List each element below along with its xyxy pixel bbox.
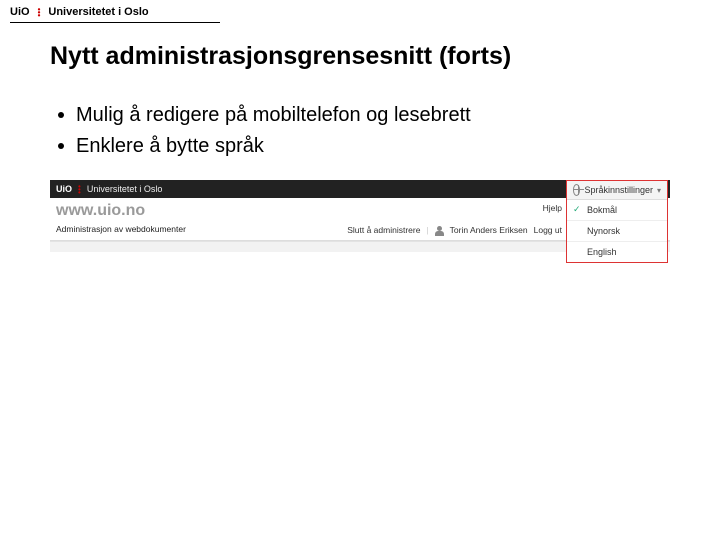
bullet-item: Enklere å bytte språk	[58, 131, 471, 162]
slide-title: Nytt administrasjonsgrensesnitt (forts)	[50, 42, 511, 71]
bullet-item: Mulig å redigere på mobiltelefon og lese…	[58, 100, 471, 131]
logo-colons: •••	[38, 8, 41, 17]
logout-link[interactable]: Logg ut	[534, 225, 562, 235]
language-option-label: English	[587, 247, 617, 257]
language-option-label: Bokmål	[587, 205, 617, 215]
embedded-screenshot: UiO ••• Universitetet i Oslo www.uio.no …	[50, 180, 670, 252]
slide-logo: UiO ••• Universitetet i Oslo	[10, 6, 149, 18]
user-name: Torin Anders Eriksen	[450, 225, 528, 235]
bullet-dot-icon	[58, 112, 64, 118]
language-dropdown-label: Språkinnstillinger	[584, 185, 653, 195]
chevron-down-icon: ▾	[657, 186, 661, 195]
language-dropdown-header[interactable]: Språkinnstillinger ▾	[567, 181, 667, 200]
shot-toolbar: Hjelp Slutt å administrere | Torin Ander…	[347, 198, 562, 240]
person-icon	[435, 226, 444, 235]
shot-body: www.uio.no Administrasjon av webdokument…	[50, 198, 670, 241]
help-link[interactable]: Hjelp	[543, 203, 562, 213]
site-subtitle: Administrasjon av webdokumenter	[56, 224, 186, 234]
site-name: www.uio.no	[56, 202, 145, 220]
shot-logo-uio: UiO	[56, 184, 72, 194]
globe-icon	[573, 184, 580, 196]
language-option-nynorsk[interactable]: Nynorsk	[567, 220, 667, 241]
logo-university: Universitetet i Oslo	[48, 6, 148, 18]
stop-admin-link[interactable]: Slutt å administrere	[347, 225, 420, 235]
language-option-bokmal[interactable]: Bokmål	[567, 200, 667, 220]
shot-logo-university: Universitetet i Oslo	[87, 184, 163, 194]
bullet-text: Mulig å redigere på mobiltelefon og lese…	[76, 100, 471, 131]
logo-underline	[10, 22, 220, 23]
language-option-english[interactable]: English	[567, 241, 667, 262]
shot-logo-colons: •••	[78, 185, 81, 194]
bullet-dot-icon	[58, 143, 64, 149]
logo-uio: UiO	[10, 6, 30, 18]
bullet-list: Mulig å redigere på mobiltelefon og lese…	[58, 100, 471, 162]
bullet-text: Enklere å bytte språk	[76, 131, 264, 162]
language-dropdown[interactable]: Språkinnstillinger ▾ Bokmål Nynorsk Engl…	[566, 180, 668, 263]
language-option-label: Nynorsk	[587, 226, 620, 236]
